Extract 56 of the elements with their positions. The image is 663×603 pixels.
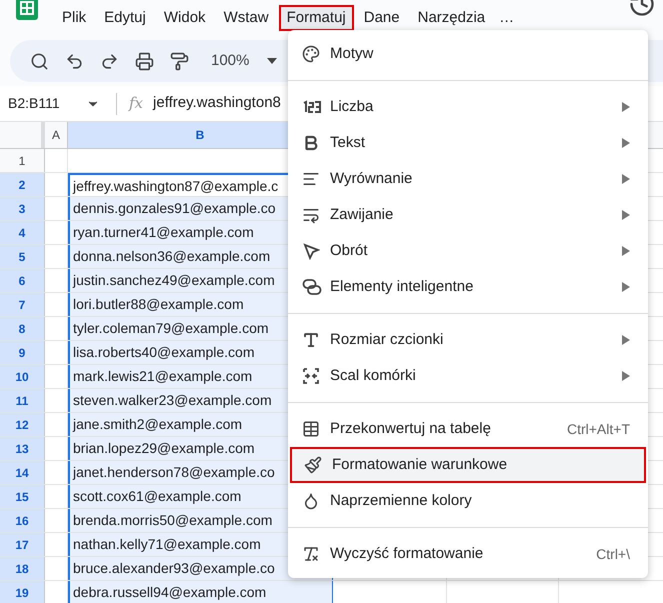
- name-box[interactable]: B2:B111: [0, 93, 104, 114]
- wrap-icon: [302, 206, 320, 224]
- menu-item[interactable]: Formatuj: [278, 5, 354, 31]
- row-header[interactable]: 6: [0, 269, 45, 292]
- row-header[interactable]: 14: [0, 461, 45, 484]
- sheets-logo-icon[interactable]: [16, 0, 38, 20]
- row-header[interactable]: 11: [0, 389, 45, 412]
- redo-icon[interactable]: [100, 52, 119, 70]
- paint-roller-icon[interactable]: [170, 52, 189, 70]
- row-header[interactable]: 5: [0, 245, 45, 268]
- undo-icon[interactable]: [65, 52, 84, 70]
- shortcut-label: Ctrl+\: [596, 544, 630, 564]
- row-header[interactable]: 17: [0, 533, 45, 556]
- row-header[interactable]: 1: [0, 149, 45, 172]
- search-icon[interactable]: [30, 52, 49, 70]
- row-header[interactable]: 7: [0, 293, 45, 316]
- palette-icon: [302, 45, 320, 63]
- row-header[interactable]: 4: [0, 221, 45, 244]
- chips-icon: [302, 278, 322, 296]
- font-size-icon: [302, 331, 320, 349]
- table-icon: [302, 420, 320, 438]
- row-header[interactable]: 18: [0, 557, 45, 580]
- fx-label: fx: [129, 93, 144, 114]
- zoom-dropdown[interactable]: 100%: [211, 50, 278, 72]
- menu-item[interactable]: Plik: [54, 5, 94, 31]
- menu-item[interactable]: Wstaw: [216, 5, 277, 31]
- caret-icon: [267, 58, 278, 64]
- align-left-icon: [302, 170, 320, 188]
- row-header[interactable]: 8: [0, 317, 45, 340]
- merge-icon: [302, 367, 320, 385]
- row-header[interactable]: 9: [0, 341, 45, 364]
- menu-item[interactable]: Motyw: [288, 36, 648, 72]
- menu-item[interactable]: Formatowanie warunkowe: [290, 447, 646, 483]
- menu-item[interactable]: Liczba: [288, 89, 648, 125]
- formula-field[interactable]: jeffrey.washington8: [153, 92, 281, 115]
- menu-item[interactable]: Narzędzia: [410, 5, 494, 31]
- row-header[interactable]: 13: [0, 437, 45, 460]
- print-icon[interactable]: [135, 52, 154, 70]
- row-header[interactable]: 12: [0, 413, 45, 436]
- row-header[interactable]: 15: [0, 485, 45, 508]
- clear-format-icon: [302, 545, 320, 563]
- menu-item[interactable]: Widok: [156, 5, 214, 31]
- more-menu[interactable]: …: [495, 6, 518, 30]
- rotate-icon: [302, 242, 320, 260]
- row-header[interactable]: 10: [0, 365, 45, 388]
- shortcut-label: Ctrl+Alt+T: [566, 420, 630, 438]
- table-cell: debra.russell94@example.com: [68, 581, 333, 603]
- menu-item[interactable]: Dane: [356, 5, 408, 31]
- drop-icon: [302, 492, 320, 510]
- numbers-icon: [302, 100, 322, 114]
- row-header[interactable]: 3: [0, 197, 45, 220]
- row-header[interactable]: 19: [0, 581, 45, 603]
- row-header[interactable]: 2: [0, 173, 45, 196]
- menu-item[interactable]: Edytuj: [96, 5, 154, 31]
- row-header[interactable]: 16: [0, 509, 45, 532]
- paint-brush-icon: [304, 456, 322, 474]
